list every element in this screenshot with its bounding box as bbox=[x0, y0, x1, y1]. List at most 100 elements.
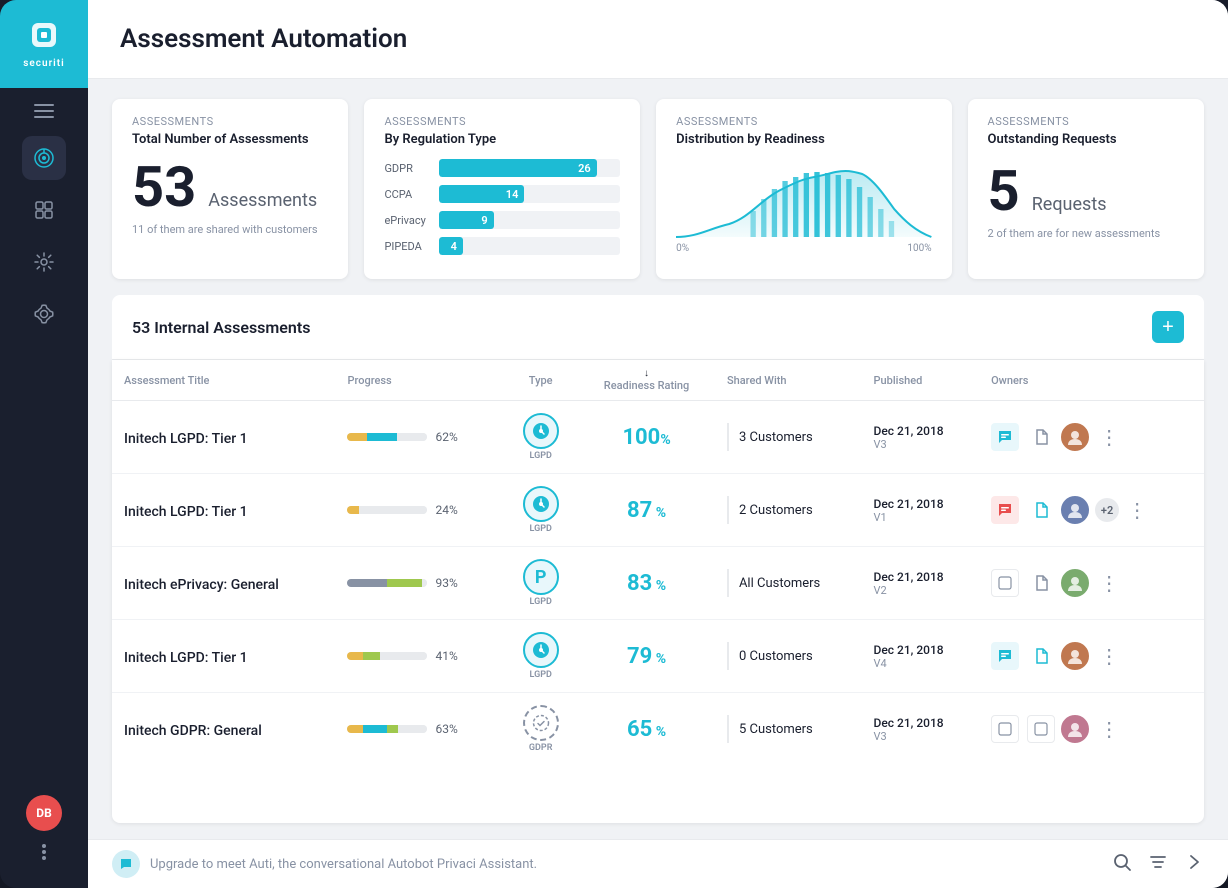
nav-icon-settings[interactable] bbox=[22, 292, 66, 336]
row1-type: LGPD bbox=[515, 413, 566, 461]
row2-more-button[interactable]: ⋮ bbox=[1127, 498, 1147, 522]
row3-check-icon[interactable] bbox=[991, 569, 1019, 597]
col-progress: Progress bbox=[335, 360, 503, 401]
outstanding-card-title: Outstanding Requests bbox=[988, 132, 1184, 147]
table-row: Initech LGPD: Tier 1 62% bbox=[112, 401, 1204, 474]
row4-title: Initech LGPD: Tier 1 bbox=[124, 650, 248, 666]
row2-doc-icon[interactable] bbox=[1027, 496, 1055, 524]
row1-doc-icon[interactable] bbox=[1027, 423, 1055, 451]
row3-shared: All Customers bbox=[727, 569, 850, 597]
row5-shared: 5 Customers bbox=[727, 715, 850, 743]
user-avatar[interactable]: DB bbox=[26, 795, 62, 831]
row5-owners: ⋮ bbox=[991, 713, 1192, 745]
row5-more-button[interactable]: ⋮ bbox=[1099, 717, 1119, 741]
assessments-table: Assessment Title Progress Type ↓ Readine… bbox=[112, 360, 1204, 823]
stat-card-regulation: Assessments By Regulation Type GDPR 26 C… bbox=[364, 99, 640, 279]
col-type: Type bbox=[503, 360, 578, 401]
row1-progress: 62% bbox=[347, 430, 491, 444]
row3-owner-avatar bbox=[1059, 567, 1091, 599]
bar-label-pipeda: PIPEDA bbox=[384, 240, 439, 253]
col-shared-with: Shared With bbox=[715, 360, 862, 401]
row4-progress: 41% bbox=[347, 649, 491, 663]
filter-button[interactable] bbox=[1148, 852, 1168, 877]
table-row: Initech LGPD: Tier 1 24% bbox=[112, 474, 1204, 547]
row2-progress: 24% bbox=[347, 503, 491, 517]
row2-chat-icon[interactable] bbox=[991, 496, 1019, 524]
row3-readiness: 83 % bbox=[627, 571, 666, 596]
row5-progress: 63% bbox=[347, 722, 491, 736]
row4-doc-icon[interactable] bbox=[1027, 642, 1055, 670]
row5-check-icon[interactable] bbox=[991, 715, 1019, 743]
nav-icon-dashboard[interactable] bbox=[22, 188, 66, 232]
row4-type: LGPD bbox=[515, 632, 566, 680]
row5-readiness: 65 % bbox=[627, 717, 666, 742]
row2-published: Dec 21, 2018 V1 bbox=[874, 497, 968, 524]
table-header: 53 Internal Assessments + bbox=[112, 295, 1204, 360]
logo-area: securiti bbox=[0, 0, 88, 88]
col-readiness: ↓ Readiness Rating bbox=[578, 360, 715, 401]
row4-chat-icon[interactable] bbox=[991, 642, 1019, 670]
chat-bubble-icon bbox=[112, 850, 140, 878]
row2-owner-avatar bbox=[1059, 494, 1091, 526]
distribution-chart bbox=[676, 159, 931, 239]
nav-icon-tools[interactable] bbox=[22, 240, 66, 284]
outstanding-count: 5 bbox=[988, 163, 1020, 219]
page-title: Assessment Automation bbox=[120, 24, 1196, 54]
row3-more-button[interactable]: ⋮ bbox=[1099, 571, 1119, 595]
row3-published: Dec 21, 2018 V2 bbox=[874, 570, 968, 597]
col-owners: Owners bbox=[979, 360, 1204, 401]
dist-labels: 0% 100% bbox=[676, 243, 931, 254]
bar-label-ccpa: CCPA bbox=[384, 188, 439, 201]
stat-card-outstanding: Assessments Outstanding Requests 5 Reque… bbox=[968, 99, 1204, 279]
more-options-icon[interactable] bbox=[33, 841, 55, 868]
row3-progress: 93% bbox=[347, 576, 491, 590]
stat-section-label: Assessments bbox=[132, 115, 328, 128]
upgrade-text: Upgrade to meet Auti, the conversational… bbox=[150, 857, 537, 872]
row2-pct: 24% bbox=[435, 503, 457, 517]
row1-owner-avatar bbox=[1059, 421, 1091, 453]
row4-owner-avatar bbox=[1059, 640, 1091, 672]
row1-pct: 62% bbox=[435, 430, 457, 444]
row5-type: GDPR bbox=[515, 705, 566, 753]
row2-shared: 2 Customers bbox=[727, 496, 850, 524]
total-sub: 11 of them are shared with customers bbox=[132, 223, 328, 236]
table-row: Initech GDPR: General 63% bbox=[112, 693, 1204, 766]
table-column-headers: Assessment Title Progress Type ↓ Readine… bbox=[112, 360, 1204, 401]
row2-type: LGPD bbox=[515, 486, 566, 534]
total-count: 53 bbox=[132, 159, 196, 215]
row1-published: Dec 21, 2018 V3 bbox=[874, 424, 968, 451]
forward-button[interactable] bbox=[1184, 852, 1204, 877]
logo-text: securiti bbox=[23, 58, 64, 69]
table-row: Initech ePrivacy: General 93% bbox=[112, 547, 1204, 620]
stat-card-total: Assessments Total Number of Assessments … bbox=[112, 99, 348, 279]
row3-type: P LGPD bbox=[515, 559, 566, 607]
stats-row: Assessments Total Number of Assessments … bbox=[88, 79, 1228, 295]
row5-doc-icon[interactable] bbox=[1027, 715, 1055, 743]
row3-owners: ⋮ bbox=[991, 567, 1192, 599]
row3-pct: 93% bbox=[435, 576, 457, 590]
page-header: Assessment Automation bbox=[88, 0, 1228, 79]
row1-more-button[interactable]: ⋮ bbox=[1099, 425, 1119, 449]
row2-owners: +2 ⋮ bbox=[991, 494, 1192, 526]
row1-readiness: 100% bbox=[622, 425, 670, 450]
row3-doc-icon[interactable] bbox=[1027, 569, 1055, 597]
table-section: 53 Internal Assessments + Assessment Tit… bbox=[88, 295, 1228, 839]
add-assessment-button[interactable]: + bbox=[1152, 311, 1184, 343]
row4-readiness: 79 % bbox=[627, 644, 666, 669]
row4-shared: 0 Customers bbox=[727, 642, 850, 670]
reg-card-title: By Regulation Type bbox=[384, 132, 620, 147]
hamburger-button[interactable] bbox=[34, 88, 54, 126]
row4-more-button[interactable]: ⋮ bbox=[1099, 644, 1119, 668]
bar-label-gdpr: GDPR bbox=[384, 162, 439, 175]
row2-readiness: 87 % bbox=[627, 498, 666, 523]
stat-card-title: Total Number of Assessments bbox=[132, 132, 328, 147]
row2-title: Initech LGPD: Tier 1 bbox=[124, 504, 248, 520]
nav-icon-radar[interactable] bbox=[22, 136, 66, 180]
row1-owners: ⋮ bbox=[991, 421, 1192, 453]
row3-title: Initech ePrivacy: General bbox=[124, 577, 279, 593]
search-button[interactable] bbox=[1112, 852, 1132, 877]
row1-chat-icon[interactable] bbox=[991, 423, 1019, 451]
col-assessment-title: Assessment Title bbox=[112, 360, 335, 401]
main-content: Assessment Automation Assessments Total … bbox=[88, 0, 1228, 888]
row1-shared: 3 Customers bbox=[727, 423, 850, 451]
